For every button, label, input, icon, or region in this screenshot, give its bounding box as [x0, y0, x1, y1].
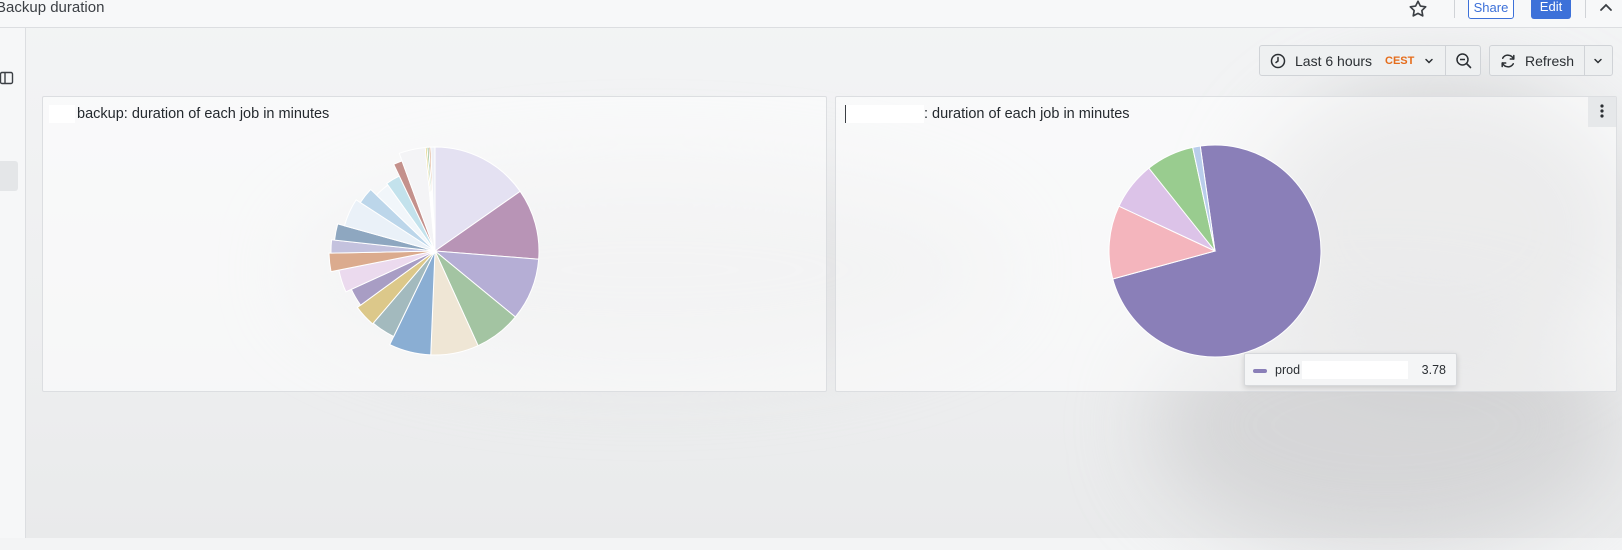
time-range-picker[interactable]: Last 6 hours CEST — [1259, 45, 1481, 76]
refresh-button-label[interactable]: Refresh — [1525, 53, 1574, 69]
dashboard-title: Backup duration — [0, 0, 105, 16]
refresh-picker[interactable]: Refresh — [1489, 45, 1613, 76]
edit-button[interactable]: Edit — [1531, 0, 1571, 19]
refresh-icon — [1501, 54, 1515, 68]
star-icon[interactable] — [1407, 0, 1429, 20]
tooltip-series-name: prod — [1275, 363, 1301, 377]
chevron-down-icon — [1425, 58, 1433, 64]
refresh-divider — [1584, 46, 1585, 75]
tooltip-value: 3.78 — [1421, 363, 1446, 377]
pie-chart — [328, 146, 540, 356]
panel-job-duration[interactable]: : duration of each job in minutes — [835, 96, 1617, 392]
chart-tooltip: prod 3.78 — [1244, 353, 1457, 386]
panel-backup-duration[interactable]: backup: duration of each job in minutes — [42, 96, 827, 392]
zoom-out-icon[interactable] — [1455, 52, 1473, 70]
side-nav — [0, 28, 26, 538]
legend-swatch — [1253, 369, 1267, 373]
pie-chart — [1108, 144, 1322, 358]
dashboard-header: Backup duration Share Edit — [0, 0, 1622, 28]
chevron-down-icon[interactable] — [1592, 55, 1604, 67]
header-divider — [1454, 0, 1455, 18]
share-button[interactable]: Share — [1468, 0, 1514, 19]
time-range-label: Last 6 hours — [1295, 53, 1373, 69]
nav-item-active[interactable] — [0, 161, 18, 191]
clock-icon — [1270, 53, 1286, 69]
timezone-label: CEST — [1385, 55, 1415, 67]
redacted-text — [1302, 361, 1408, 379]
picker-divider — [1445, 46, 1446, 75]
dock-menu-icon[interactable] — [0, 71, 14, 85]
header-divider — [1585, 0, 1586, 18]
chevron-up-icon[interactable] — [1597, 0, 1615, 17]
